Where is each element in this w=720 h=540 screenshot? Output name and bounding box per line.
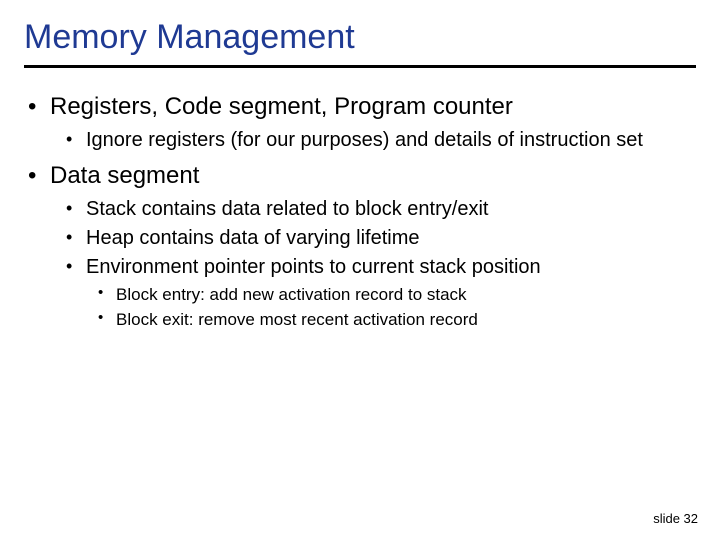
bullet-stack: Stack contains data related to block ent…	[66, 197, 692, 222]
slide-number: slide 32	[653, 511, 698, 526]
bullet-env-pointer: Environment pointer points to current st…	[66, 255, 692, 280]
slide-title: Memory Management	[0, 0, 720, 65]
bullet-heap: Heap contains data of varying lifetime	[66, 226, 692, 251]
bullet-block-exit: Block exit: remove most recent activatio…	[98, 309, 692, 330]
bullet-data-segment: Data segment	[28, 161, 692, 191]
bullet-registers: Registers, Code segment, Program counter	[28, 92, 692, 122]
bullet-block-entry: Block entry: add new activation record t…	[98, 284, 692, 305]
title-rule	[24, 65, 696, 68]
slide-body: Registers, Code segment, Program counter…	[0, 92, 720, 331]
bullet-ignore-registers: Ignore registers (for our purposes) and …	[66, 128, 692, 153]
